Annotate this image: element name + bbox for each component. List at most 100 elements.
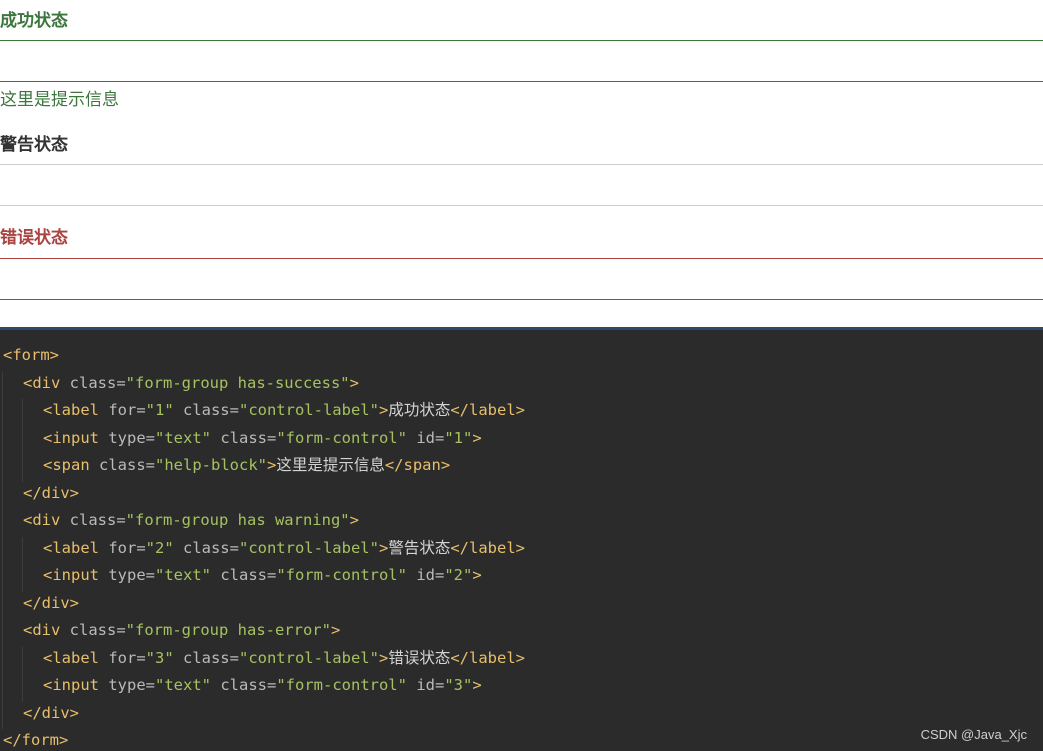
code-token: type= [108,428,155,447]
code-token: > [378,538,389,557]
code-line: </div> [23,702,79,724]
indent-guide [22,399,23,482]
code-token: class= [69,511,126,529]
code-token: "text" [155,566,221,584]
code-line: <div class="form-group has-success"> [23,372,359,394]
code-token: </label> [450,401,525,419]
code-token: for= [108,538,146,557]
code-token: </form> [3,731,69,749]
code-token: </span> [384,456,451,474]
code-token: for= [108,648,146,667]
code-line: <div class="form-group has warning"> [23,509,359,531]
code-token: for= [108,401,146,419]
code-token: "form-group has-error" [125,621,331,639]
success-input[interactable] [0,40,1043,82]
indent-guide [2,371,3,729]
code-token: </div> [23,703,79,722]
code-line: </div> [23,592,79,614]
code-line: <form> [3,344,59,366]
code-token: </div> [23,483,79,502]
code-token: </label> [450,648,525,667]
code-line: <input type="text" class="form-control" … [43,674,482,696]
code-token: > [378,401,389,419]
code-line: </div> [23,482,79,504]
code-token: "control-label" [238,401,379,419]
code-token: <label [43,648,109,667]
code-token: "form-control" [276,428,417,447]
code-token: "3" [444,676,473,694]
code-token: "text" [155,428,221,447]
code-editor: CSDN @Java_Xjc <form> <div class="form-gr… [0,327,1043,751]
code-token: > [349,373,359,392]
code-token: 错误状态 [388,648,451,667]
error-input[interactable] [0,258,1043,300]
code-token: 成功状态 [388,401,451,419]
code-token: <div [23,621,70,639]
code-token: 警告状态 [388,538,451,557]
code-token: "form-group has-success" [125,373,350,392]
code-token: "3" [145,648,183,667]
code-token: "text" [155,676,221,694]
code-token: > [266,456,277,474]
code-token: <form> [3,346,59,364]
code-line: <label for="1" class="control-label">成功状… [43,399,525,421]
code-token: "1" [145,401,183,419]
error-label: 错误状态 [0,228,68,248]
code-token: > [472,676,482,694]
code-token: > [472,566,482,584]
code-token: "form-control" [276,676,417,694]
code-line: <span class="help-block">这里是提示信息</span> [43,454,450,476]
code-token: <div [23,511,70,529]
watermark: CSDN @Java_Xjc [920,727,1027,742]
code-token: <label [43,538,109,557]
warning-input[interactable] [0,164,1043,206]
code-token: "1" [444,428,473,447]
code-token: <input [43,428,109,447]
code-token: > [378,648,389,667]
code-token: </label> [450,538,525,557]
code-token: class= [99,456,155,474]
code-token: <div [23,373,70,392]
code-token: class= [220,566,277,584]
code-token: </div> [23,593,79,612]
code-token: class= [220,676,277,694]
code-line: </form> [3,729,68,751]
code-line: <input type="text" class="form-control" … [43,564,482,586]
indent-guide [22,646,23,702]
code-token: "2" [444,566,473,584]
rendered-form-preview: 成功状态 这里是提示信息 警告状态 错误状态 [0,0,1043,327]
code-token: <label [43,401,109,419]
code-token: "help-block" [155,456,267,474]
code-token: class= [182,538,239,557]
code-token: <input [43,676,109,694]
code-line: <input type="text" class="form-control" … [43,427,482,449]
code-token: "control-label" [238,648,379,667]
code-token: > [349,511,359,529]
indent-guide [22,536,23,592]
code-token: class= [182,648,239,667]
code-token: 这里是提示信息 [276,456,385,474]
code-token: <input [43,566,109,584]
code-token: "2" [145,538,183,557]
code-token: id= [416,428,445,447]
code-token: class= [69,621,126,639]
help-block: 这里是提示信息 [0,90,119,110]
code-token: <span [43,456,99,474]
code-token: id= [416,676,445,694]
code-token: > [330,621,341,639]
code-token: "form-control" [276,566,417,584]
warning-label: 警告状态 [0,135,68,155]
code-line: <label for="2" class="control-label">警告状… [43,537,525,559]
code-token: class= [220,428,277,447]
code-token: id= [416,566,445,584]
code-token: > [472,428,482,447]
code-line: <div class="form-group has-error"> [23,619,340,641]
code-line: <label for="3" class="control-label">错误状… [43,647,525,669]
code-token: type= [108,566,155,584]
code-token: class= [69,373,126,392]
code-token: class= [182,401,239,419]
success-label: 成功状态 [0,11,68,31]
code-token: "form-group has warning" [125,511,350,529]
code-token: type= [108,676,155,694]
code-token: "control-label" [238,538,379,557]
